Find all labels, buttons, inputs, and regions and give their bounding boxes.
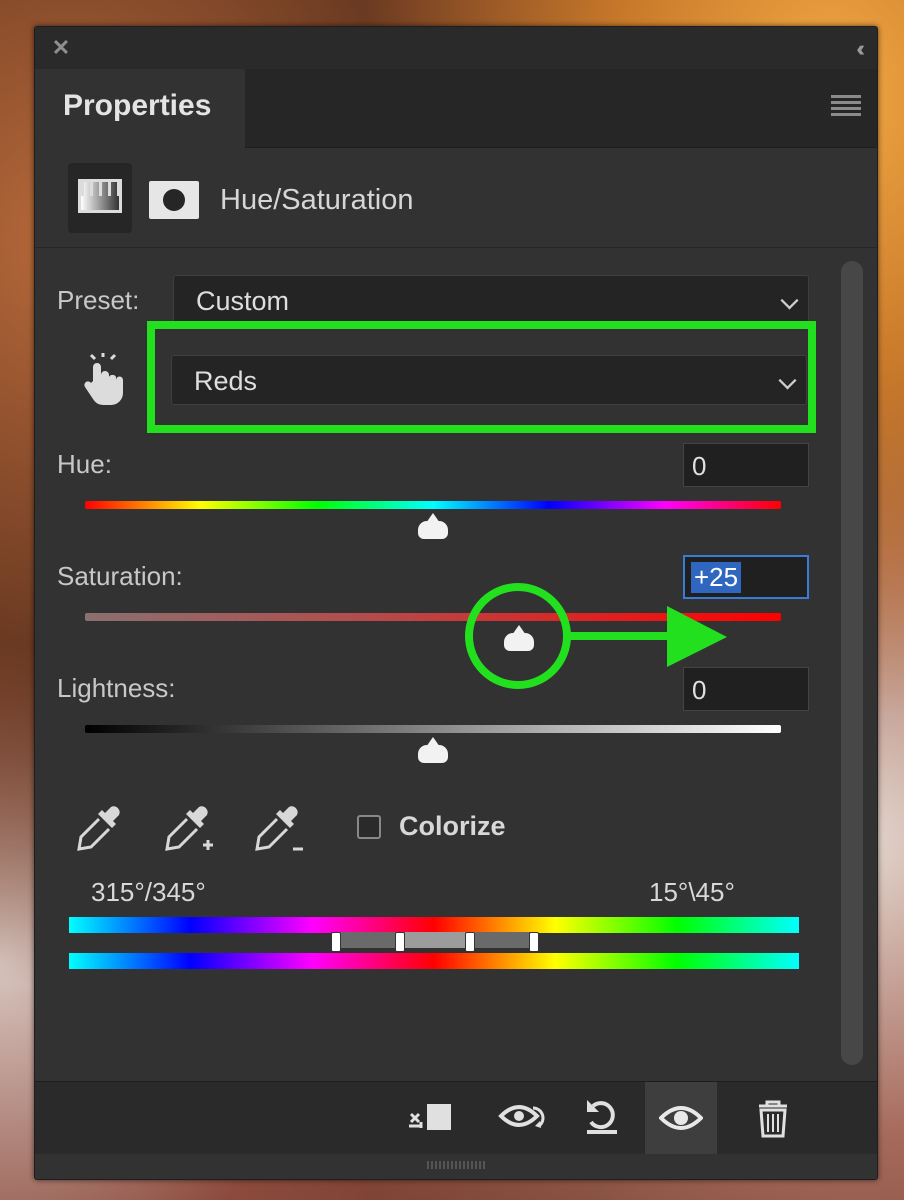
saturation-value: +25	[691, 562, 742, 593]
lightness-value: 0	[692, 675, 707, 705]
channel-select[interactable]: Reds	[171, 355, 807, 405]
preset-select[interactable]: Custom	[173, 275, 809, 325]
clip-to-layer-icon[interactable]	[393, 1082, 465, 1154]
view-previous-state-icon[interactable]	[483, 1082, 555, 1154]
preset-value: Custom	[196, 286, 290, 316]
hue-slider-thumb[interactable]	[418, 513, 448, 539]
range-handle-inner-right[interactable]	[465, 932, 475, 952]
panel-menu-icon[interactable]	[831, 95, 861, 119]
reset-icon[interactable]	[567, 1082, 639, 1154]
double-chevron-icon[interactable]: ‹‹	[856, 36, 864, 62]
range-handle-inner-left[interactable]	[395, 932, 405, 952]
lightness-slider-thumb[interactable]	[418, 737, 448, 763]
eyedropper-plus-icon[interactable]	[163, 803, 213, 853]
panel-titlebar: ✕ ‹‹	[35, 27, 877, 69]
range-handle-outer-right[interactable]	[529, 932, 539, 952]
preset-label: Preset:	[57, 285, 140, 315]
properties-panel: ✕ ‹‹ Properties Hue/Saturation Preset: C…	[34, 26, 878, 1180]
chevron-down-icon	[780, 291, 799, 310]
saturation-label: Saturation:	[57, 561, 183, 591]
adjustment-layer-icon[interactable]	[68, 163, 132, 233]
range-handle-outer-left[interactable]	[331, 932, 341, 952]
channel-value: Reds	[194, 366, 258, 396]
range-right-degrees: 15°\45°	[649, 877, 735, 907]
trash-icon[interactable]	[737, 1082, 809, 1154]
close-icon[interactable]: ✕	[50, 37, 72, 59]
hue-value-field[interactable]: 0	[683, 443, 809, 487]
resize-grip[interactable]	[427, 1161, 487, 1169]
hand-pointer-icon[interactable]	[79, 353, 129, 405]
colorize-checkbox[interactable]	[357, 815, 381, 839]
bottom-color-bar	[69, 953, 799, 969]
tab-properties-label: Properties	[63, 89, 212, 122]
eyedropper-icon[interactable]	[75, 803, 125, 853]
saturation-slider-thumb[interactable]	[504, 625, 534, 651]
top-color-bar	[69, 917, 799, 933]
lightness-label: Lightness:	[57, 673, 176, 703]
saturation-slider-track[interactable]	[85, 613, 781, 621]
tab-properties[interactable]: Properties	[35, 69, 245, 148]
saturation-value-field[interactable]: +25	[683, 555, 809, 599]
tab-strip: Properties	[35, 69, 877, 148]
color-range-slider[interactable]	[337, 932, 533, 948]
chevron-down-icon	[778, 371, 797, 390]
lightness-slider-track[interactable]	[85, 725, 781, 733]
range-left-degrees: 315°/345°	[91, 877, 206, 907]
divider	[35, 247, 877, 248]
colorize-label[interactable]: Colorize	[399, 811, 506, 842]
lightness-value-field[interactable]: 0	[683, 667, 809, 711]
eye-icon[interactable]	[645, 1082, 717, 1154]
hue-label: Hue:	[57, 449, 112, 479]
scrollbar[interactable]	[841, 261, 863, 1065]
layer-mask-icon[interactable]	[149, 181, 199, 219]
hue-value: 0	[692, 451, 707, 481]
eyedropper-minus-icon[interactable]	[253, 803, 303, 853]
adjustment-title: Hue/Saturation	[220, 184, 414, 216]
bottom-toolbar	[35, 1081, 877, 1154]
hue-slider-track[interactable]	[85, 501, 781, 509]
